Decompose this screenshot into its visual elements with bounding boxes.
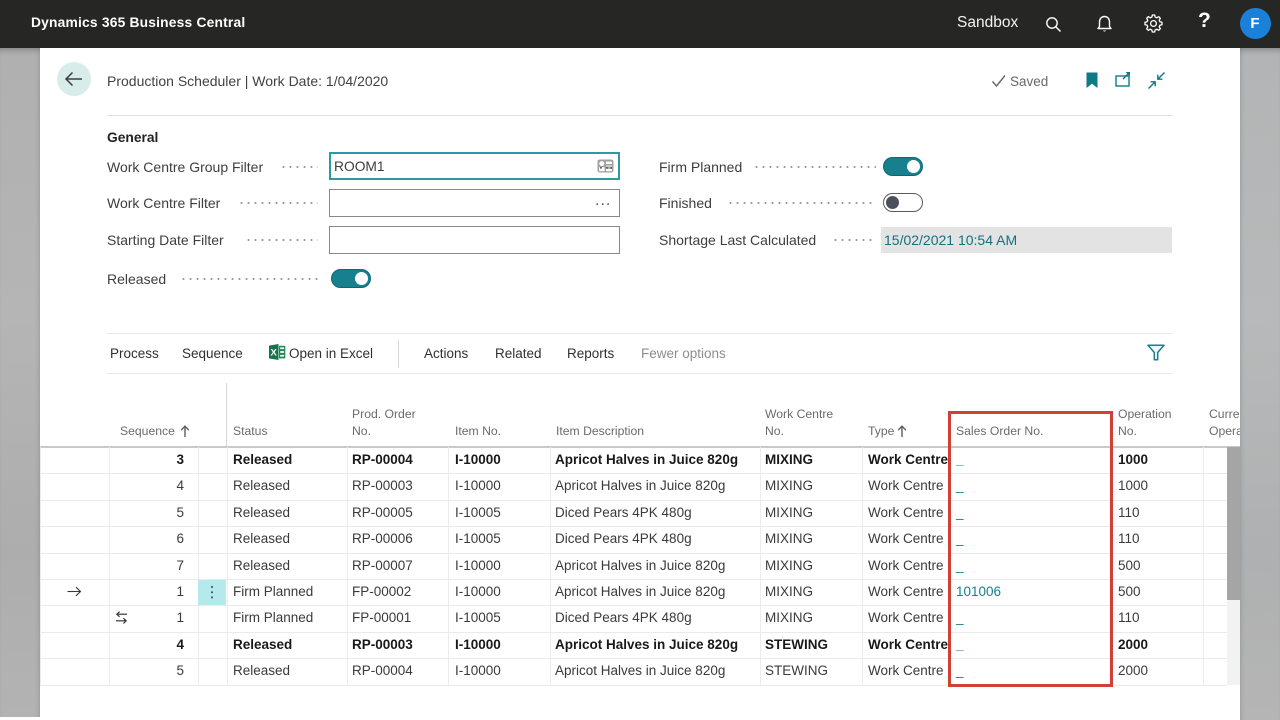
- svg-text:X: X: [271, 348, 278, 359]
